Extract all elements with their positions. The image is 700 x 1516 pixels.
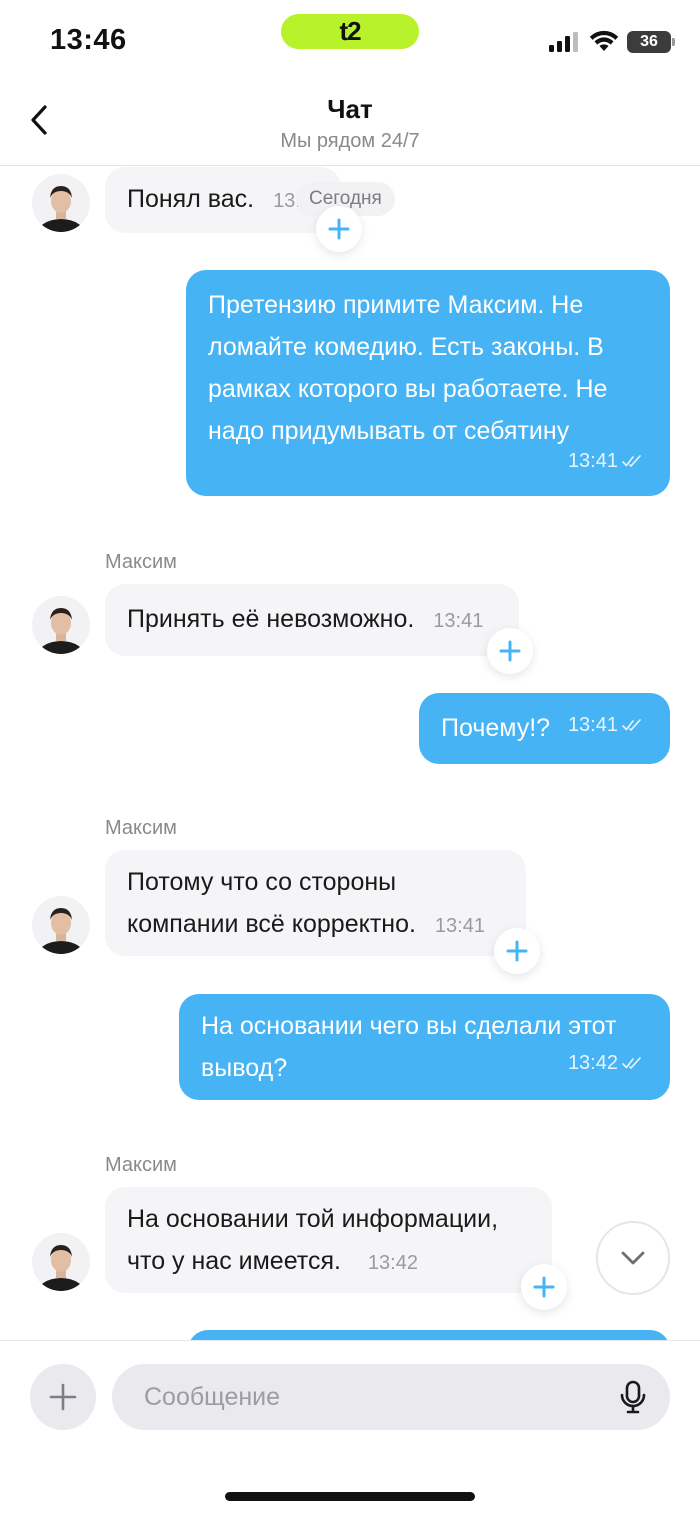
sender-name: Максим	[105, 551, 177, 573]
reaction-button[interactable]	[494, 928, 540, 974]
reaction-button[interactable]	[521, 1264, 567, 1310]
message-text: Понял вас.	[127, 185, 255, 213]
composer	[0, 1340, 700, 1516]
message-time-status: 13:41	[568, 704, 642, 746]
message-outgoing[interactable]: Почему!? 13:41	[419, 693, 670, 764]
plus-icon	[506, 940, 528, 962]
avatar	[32, 596, 90, 654]
sender-name: Максим	[105, 1154, 177, 1176]
chat-messages[interactable]: Понял вас. 13: Сегодня Претензию примите…	[0, 167, 700, 1340]
operator-avatar-icon	[36, 1245, 86, 1291]
message-outgoing-partial[interactable]	[188, 1330, 670, 1340]
message-time: 13:42	[367, 1252, 418, 1274]
reaction-button[interactable]	[316, 206, 362, 252]
message-time: 13:42	[567, 1052, 618, 1074]
carrier-logo: t2	[339, 16, 361, 46]
status-bar: 13:46 t2 36	[0, 0, 700, 80]
double-check-icon	[622, 1057, 641, 1069]
chat-header: Чат Мы рядом 24/7	[0, 80, 700, 166]
scroll-to-bottom-button[interactable]	[596, 1221, 670, 1295]
carrier-pill: t2	[281, 14, 419, 49]
battery-level: 36	[640, 33, 658, 50]
wifi-icon	[589, 30, 619, 51]
message-text: На основании той информации, что у нас и…	[127, 1205, 499, 1275]
message-time-status: 13:42	[568, 1042, 642, 1084]
home-indicator	[225, 1492, 475, 1501]
message-time-status: 13:41	[568, 440, 642, 482]
message-text: Принять её невозможно.	[127, 605, 415, 633]
status-time: 13:46	[50, 24, 127, 56]
plus-icon	[533, 1276, 555, 1298]
double-check-icon	[622, 719, 641, 731]
message-input[interactable]	[144, 1364, 604, 1430]
microphone-icon[interactable]	[618, 1380, 648, 1414]
avatar	[32, 174, 90, 232]
message-text: На основании чего вы сделали этот вывод?	[201, 1012, 617, 1082]
message-incoming[interactable]: Потому что со стороны компании всё корре…	[105, 850, 526, 956]
message-outgoing[interactable]: Претензию примите Максим. Не ломайте ком…	[186, 270, 670, 496]
message-text: Потому что со стороны компании всё корре…	[127, 868, 416, 938]
operator-avatar-icon	[36, 908, 86, 954]
sender-name: Максим	[105, 817, 177, 839]
reaction-button[interactable]	[487, 628, 533, 674]
plus-icon	[49, 1383, 77, 1411]
avatar	[32, 896, 90, 954]
message-time: 13:41	[567, 714, 618, 736]
attach-button[interactable]	[30, 1364, 96, 1430]
operator-avatar-icon	[36, 186, 86, 232]
message-incoming[interactable]: Принять её невозможно. 13:41	[105, 584, 519, 656]
message-text: Почему!?	[441, 714, 551, 742]
message-time: 13:41	[567, 450, 618, 472]
cellular-signal-icon	[549, 32, 578, 52]
message-text: Претензию примите Максим. Не ломайте ком…	[208, 291, 608, 445]
message-time: 13:41	[434, 915, 485, 937]
plus-icon	[499, 640, 521, 662]
page-title: Чат	[327, 94, 373, 124]
avatar	[32, 1233, 90, 1291]
chevron-down-icon	[621, 1251, 645, 1265]
double-check-icon	[622, 455, 641, 467]
message-field[interactable]	[112, 1364, 670, 1430]
page-subtitle: Мы рядом 24/7	[280, 130, 420, 152]
plus-icon	[328, 218, 350, 240]
message-time: 13:41	[433, 610, 484, 632]
message-outgoing[interactable]: На основании чего вы сделали этот вывод?…	[179, 994, 670, 1100]
message-incoming[interactable]: На основании той информации, что у нас и…	[105, 1187, 552, 1293]
battery-icon: 36	[627, 31, 675, 53]
operator-avatar-icon	[36, 608, 86, 654]
